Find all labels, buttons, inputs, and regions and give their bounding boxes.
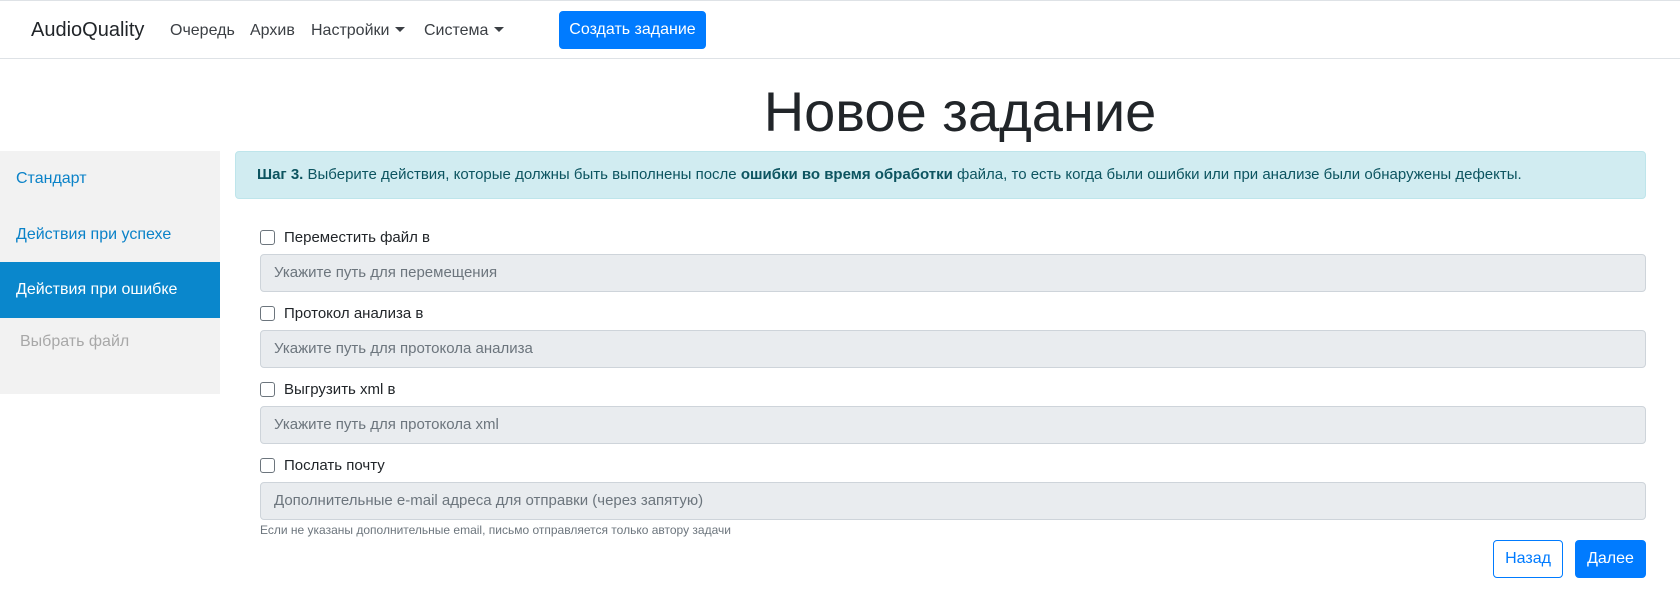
sidebar-item-success-actions[interactable]: Действия при успехе xyxy=(0,207,220,263)
sidebar-item-standard[interactable]: Стандарт xyxy=(0,151,220,207)
create-task-button[interactable]: Создать задание xyxy=(559,11,706,49)
wizard-sidebar: Стандарт Действия при успехе Действия пр… xyxy=(0,151,220,394)
caret-down-icon xyxy=(395,27,406,32)
xml-path-input[interactable]: Укажите путь для протокола xml xyxy=(260,406,1646,444)
alert-text-before: Выберите действия, которые должны быть в… xyxy=(303,166,741,183)
email-help-text: Если не указаны дополнительные email, пи… xyxy=(260,523,731,537)
move-path-input[interactable]: Укажите путь для перемещения xyxy=(260,254,1646,292)
send-mail-label[interactable]: Послать почту xyxy=(284,456,385,476)
analysis-protocol-label[interactable]: Протокол анализа в xyxy=(284,304,423,324)
move-file-label[interactable]: Переместить файл в xyxy=(284,228,430,248)
alert-text-after: файла, то есть когда были ошибки или при… xyxy=(952,166,1522,183)
sidebar-item-choose-file: Выбрать файл xyxy=(20,333,130,350)
analysis-protocol-checkbox[interactable] xyxy=(260,306,275,321)
nav-dropdown-system[interactable]: Система xyxy=(424,22,505,40)
sidebar-item-error-actions[interactable]: Действия при ошибке xyxy=(0,262,220,318)
email-addresses-input[interactable]: Дополнительные e-mail адреса для отправк… xyxy=(260,482,1646,520)
brand-logo[interactable]: AudioQuality xyxy=(31,19,144,42)
caret-down-icon xyxy=(494,27,505,32)
alert-step: Шаг 3. xyxy=(257,166,304,183)
step-info-alert: Шаг 3. Выберите действия, которые должны… xyxy=(235,151,1646,199)
alert-emphasis: ошибки во время обработки xyxy=(740,166,953,183)
move-file-checkbox[interactable] xyxy=(260,230,275,245)
nav-link-archive[interactable]: Архив xyxy=(250,22,295,40)
nav-dropdown-settings[interactable]: Настройки xyxy=(311,22,406,40)
page-title: Новое задание xyxy=(763,80,1157,143)
top-navbar: AudioQuality Очередь Архив Настройки Сис… xyxy=(0,0,1680,59)
next-button[interactable]: Далее xyxy=(1575,540,1646,578)
analysis-protocol-path-input[interactable]: Укажите путь для протокола анализа xyxy=(260,330,1646,368)
export-xml-label[interactable]: Выгрузить xml в xyxy=(284,380,396,400)
nav-link-queue[interactable]: Очередь xyxy=(170,22,235,40)
back-button[interactable]: Назад xyxy=(1493,540,1563,578)
nav-dropdown-settings-label: Настройки xyxy=(311,22,390,39)
nav-dropdown-system-label: Система xyxy=(424,22,489,39)
export-xml-checkbox[interactable] xyxy=(260,382,275,397)
send-mail-checkbox[interactable] xyxy=(260,458,275,473)
